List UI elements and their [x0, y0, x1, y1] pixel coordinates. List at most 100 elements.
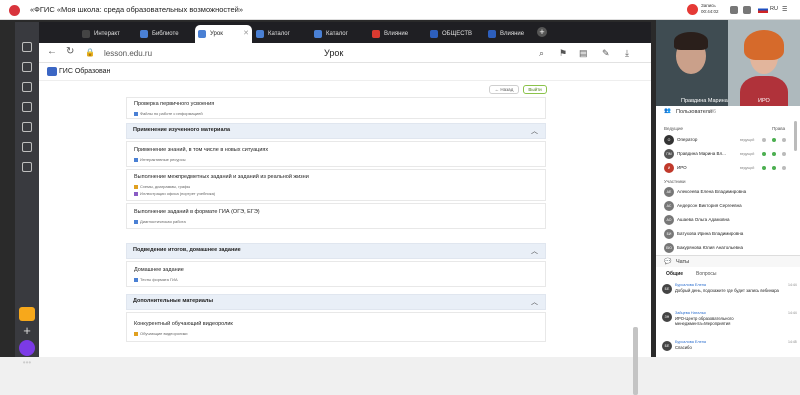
lesson-item[interactable]: Конкурентный обучающий видеоролик Обучаю… — [126, 312, 546, 342]
camera-icon[interactable] — [772, 166, 776, 170]
participant-row[interactable]: БИ Батухова Ирина Владимировна — [656, 228, 800, 241]
tab-interactive[interactable]: Интеракт — [79, 25, 136, 43]
lesson-item[interactable]: Выполнение заданий в формате ГИА (ОГЭ, Е… — [126, 203, 546, 229]
host-name: Оператор — [677, 137, 698, 142]
participant-row[interactable]: БЮ Бакурянова Юлия Анатольевна — [656, 242, 800, 255]
host-row[interactable]: И ИРО ведущий — [656, 162, 800, 175]
notes-icon[interactable] — [22, 102, 32, 112]
screen-icon[interactable] — [782, 152, 786, 156]
avatar: БИ — [664, 229, 674, 239]
lesson-item[interactable]: Выполнение межпредметных заданий и задан… — [126, 169, 546, 201]
language-indicator[interactable]: RU — [770, 6, 778, 12]
mail-icon[interactable] — [19, 307, 35, 321]
screen-icon[interactable] — [782, 138, 786, 142]
participant-row[interactable]: АС Андерсон Виктория Сергеевна — [656, 200, 800, 213]
collapse-icon[interactable]: ︿ — [531, 246, 538, 256]
users-header[interactable]: 👥 Пользователи 96 — [656, 106, 800, 118]
add-panel-icon[interactable]: + — [19, 323, 35, 338]
tab-catalog-1[interactable]: Каталог — [253, 25, 310, 43]
alice-icon[interactable] — [19, 340, 35, 356]
bookmark-gis[interactable]: ГИС Образован — [59, 68, 110, 75]
page-title: Урок — [324, 48, 344, 58]
avatar: АЕ — [664, 187, 674, 197]
close-tab-icon[interactable]: ✕ — [243, 25, 249, 43]
mic-icon[interactable] — [762, 166, 766, 170]
camera-name: ИРО — [758, 98, 770, 104]
resource-icon — [134, 111, 138, 116]
message-text: Добрый день, подскажите где будет запись… — [675, 288, 779, 293]
tab-influence-2[interactable]: Влияние — [485, 25, 535, 43]
section-header[interactable]: Дополнительные материалы ︿ — [126, 294, 546, 310]
search-icon[interactable]: ⌕ — [539, 48, 544, 59]
mic-icon[interactable] — [762, 138, 766, 142]
download-icon[interactable]: ⤓ — [625, 48, 629, 59]
resource-icon — [134, 331, 138, 336]
item-title: Домашнее задание — [134, 267, 184, 273]
message-time: 14:44 — [788, 311, 797, 315]
host-name: Правдина Марина Вл... — [677, 151, 726, 156]
page-scrollbar[interactable] — [633, 327, 638, 395]
lesson-item[interactable]: Применение знаний, в том числе в новых с… — [126, 141, 546, 167]
reload-icon[interactable]: ↻ — [66, 46, 74, 57]
participant-row[interactable]: АО Ашаева Ольга Адамовна — [656, 214, 800, 227]
item-resource: Схемы, диаграммы, графы — [134, 184, 190, 189]
menu-icon[interactable]: ☰ — [782, 6, 787, 13]
host-row[interactable]: О Оператор ведущий — [656, 134, 800, 147]
host-row[interactable]: ПМ Правдина Марина Вл... ведущий — [656, 148, 800, 161]
lesson-item[interactable]: Домашнее задание Тесты формата ГИА — [126, 261, 546, 287]
app-logo-icon — [9, 5, 20, 16]
exit-button[interactable]: Выйти — [523, 85, 547, 94]
tab-questions[interactable]: Вопросы — [696, 271, 716, 277]
tab-favicon-icon — [256, 30, 264, 38]
tab-general[interactable]: Общие — [666, 271, 683, 277]
apps-icon[interactable] — [22, 162, 32, 172]
camera-name: Правдина Марина — [681, 98, 728, 104]
bookmarks-icon[interactable] — [22, 82, 32, 92]
collapse-icon[interactable]: ︿ — [531, 126, 538, 136]
section-header[interactable]: Применение изученного материала ︿ — [126, 123, 546, 139]
users-icon: 👥 — [664, 108, 671, 114]
back-button[interactable]: ← Назад — [489, 85, 519, 94]
media-icon[interactable] — [22, 142, 32, 152]
top-bar: «ФГИС «Моя школа: среда образовательных … — [0, 0, 800, 20]
camera-icon[interactable] — [772, 138, 776, 142]
avatar: БЕ — [662, 284, 672, 294]
avatar: АС — [664, 201, 674, 211]
mic-icon[interactable] — [762, 152, 766, 156]
more-icon[interactable]: ••• — [19, 358, 35, 367]
settings-icon[interactable] — [743, 6, 751, 14]
chats-header[interactable]: 💬 Чаты — [656, 255, 800, 267]
new-tab-button[interactable]: + — [537, 27, 547, 37]
downloads-icon[interactable] — [22, 62, 32, 72]
history-icon[interactable] — [22, 42, 32, 52]
screen-icon[interactable] — [782, 166, 786, 170]
participants-label: Участники — [664, 179, 686, 184]
lesson-item[interactable]: Проверка первичного усвоения Файлы по ра… — [126, 97, 546, 119]
extension-icon[interactable]: ✎ — [602, 48, 610, 59]
bookmark-icon[interactable]: ⚑ — [559, 48, 567, 59]
back-icon[interactable]: ← — [47, 46, 57, 57]
collections-icon[interactable] — [22, 122, 32, 132]
browser-sidebar: + ••• — [15, 22, 39, 367]
participant-row[interactable]: АЕ Алексеева Елена Владимировна — [656, 186, 800, 199]
item-resource: Иллюстрации офиса (портрет учебника) — [134, 191, 215, 196]
tab-library[interactable]: Библиоте — [137, 25, 194, 43]
item-resource: Обучающие видеоролики — [134, 331, 188, 336]
tab-favicon-icon — [82, 30, 90, 38]
avatar: ЗН — [662, 312, 672, 322]
reader-icon[interactable]: ▤ — [579, 48, 588, 59]
collapse-icon[interactable]: ︿ — [531, 297, 538, 307]
share-icon[interactable] — [730, 6, 738, 14]
tab-society[interactable]: ОБЩЕСТВ — [427, 25, 484, 43]
tab-influence-1[interactable]: Влияние — [369, 25, 426, 43]
camera-icon[interactable] — [772, 152, 776, 156]
tab-lesson[interactable]: Урок ✕ — [195, 25, 252, 43]
item-title: Применение знаний, в том числе в новых с… — [134, 147, 269, 153]
section-header[interactable]: Подведение итогов, домашнее задание ︿ — [126, 243, 546, 259]
url-field[interactable]: lesson.edu.ru — [104, 49, 152, 58]
item-resource: Интерактивные ресурсы — [134, 157, 185, 162]
record-icon[interactable] — [687, 4, 698, 15]
lock-icon: 🔒 — [85, 48, 95, 57]
tab-catalog-2[interactable]: Каталог — [311, 25, 368, 43]
users-scrollbar[interactable] — [794, 121, 797, 151]
